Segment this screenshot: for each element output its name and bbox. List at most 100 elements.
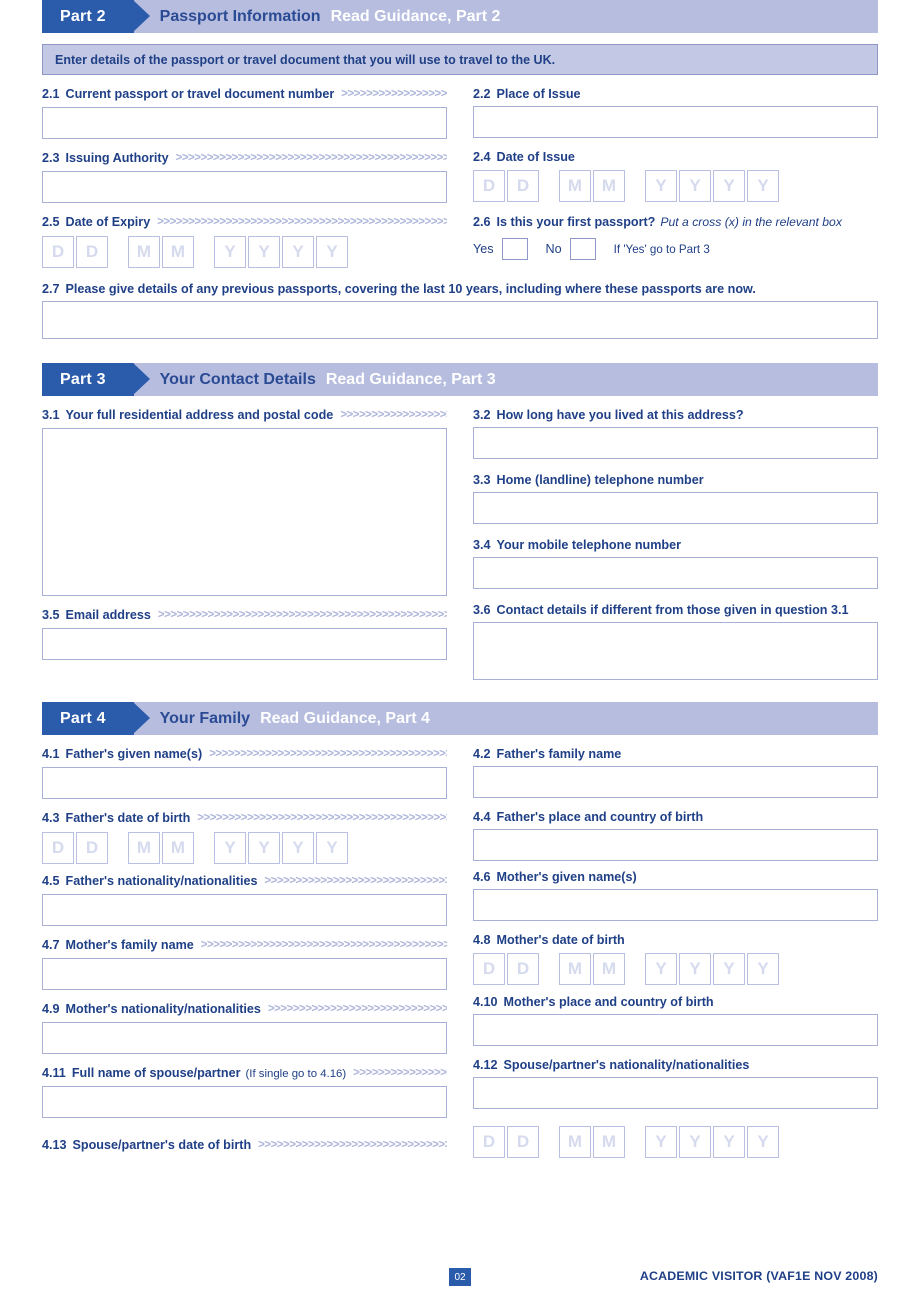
question-3-2-label: 3.2 How long have you lived at this addr… [473,408,878,423]
date-cell-day-1[interactable]: D [473,953,505,985]
date-cell-year-4[interactable]: Y [316,832,348,864]
question-2-3-text: Issuing Authority [65,151,169,165]
date-cell-year-4[interactable]: Y [747,170,779,202]
question-4-2-number: 4.2 [473,747,491,761]
date-cell-year-3[interactable]: Y [282,832,314,864]
input-3-5[interactable] [42,628,447,660]
question-3-3: 3.3 Home (landline) telephone number [473,473,878,524]
question-4-5: 4.5 Father's nationality/nationalities >… [42,874,447,926]
question-4-8: 4.8 Mother's date of birth D D M M Y Y Y… [473,933,878,986]
date-cell-month-2[interactable]: M [593,170,625,202]
date-cell-year-2[interactable]: Y [679,953,711,985]
no-label: No [545,242,562,256]
input-4-5[interactable] [42,894,447,926]
question-2-6-hint: If 'Yes' go to Part 3 [613,242,710,256]
input-2-7[interactable] [42,301,878,339]
question-2-6-number: 2.6 [473,215,491,229]
date-cell-year-1[interactable]: Y [645,1126,677,1158]
date-cell-month-2[interactable]: M [162,832,194,864]
date-cell-year-1[interactable]: Y [214,832,246,864]
input-4-9[interactable] [42,1022,447,1054]
question-4-5-text: Father's nationality/nationalities [65,874,258,888]
checkbox-no[interactable] [569,238,596,260]
question-4-11: 4.11 Full name of spouse/partner (If sin… [42,1066,447,1118]
date-cell-day-2[interactable]: D [507,170,539,202]
date-cell-year-1[interactable]: Y [645,953,677,985]
date-cell-month-2[interactable]: M [593,953,625,985]
question-4-10-number: 4.10 [473,995,498,1009]
input-4-11[interactable] [42,1086,447,1118]
input-4-12[interactable] [473,1077,878,1109]
date-cell-month-1[interactable]: M [128,236,160,268]
input-4-2[interactable] [473,766,878,798]
date-cell-year-4[interactable]: Y [747,1126,779,1158]
question-4-9-text: Mother's nationality/nationalities [65,1002,261,1016]
input-4-4[interactable] [473,829,878,861]
date-cell-day-1[interactable]: D [42,236,74,268]
date-cell-month-1[interactable]: M [559,953,591,985]
date-cell-year-3[interactable]: Y [282,236,314,268]
date-cell-day-2[interactable]: D [76,832,108,864]
question-4-8-number: 4.8 [473,933,491,947]
question-4-3-text: Father's date of birth [65,811,191,825]
question-3-2: 3.2 How long have you lived at this addr… [473,408,878,459]
question-4-5-number: 4.5 [42,874,60,888]
input-4-7[interactable] [42,958,447,990]
input-2-1[interactable] [42,107,447,139]
input-2-2[interactable] [473,106,878,138]
question-2-2: 2.2 Place of Issue [473,87,878,138]
date-cell-year-4[interactable]: Y [747,953,779,985]
date-cell-month-1[interactable]: M [559,170,591,202]
date-cell-year-1[interactable]: Y [214,236,246,268]
date-cell-day-2[interactable]: D [76,236,108,268]
question-2-6-options: Yes No If 'Yes' go to Part 3 [473,234,878,264]
date-cell-year-2[interactable]: Y [248,236,280,268]
date-cell-year-2[interactable]: Y [248,832,280,864]
date-cell-day-1[interactable]: D [42,832,74,864]
question-2-7: 2.7 Please give details of any previous … [42,282,878,339]
date-cell-day-1[interactable]: D [473,170,505,202]
part3-header: Part 3 Your Contact Details Read Guidanc… [42,363,878,396]
date-cell-year-3[interactable]: Y [713,170,745,202]
input-3-2[interactable] [473,427,878,459]
chevron-rule-icon: >>>>>>>>>>>>>>>>>>>>>>>>>>>>>>>>>>>>>>>>… [157,216,447,228]
input-3-4[interactable] [473,557,878,589]
input-2-3[interactable] [42,171,447,203]
date-cell-year-3[interactable]: Y [713,1126,745,1158]
page-number: 02 [449,1268,471,1286]
date-cell-month-1[interactable]: M [559,1126,591,1158]
date-cell-month-2[interactable]: M [162,236,194,268]
date-cell-day-2[interactable]: D [507,1126,539,1158]
question-2-2-label: 2.2 Place of Issue [473,87,878,102]
input-3-1[interactable] [42,428,447,596]
form-page: Part 2 Passport Information Read Guidanc… [42,0,878,1302]
question-4-12-number: 4.12 [473,1058,498,1072]
date-cell-year-1[interactable]: Y [645,170,677,202]
chevron-rule-icon: >>>>>>>>>>>>>>>>>>>>>>>>>>>>>>>>>>>>>>>>… [267,1003,447,1015]
checkbox-yes[interactable] [501,238,528,260]
question-4-11-text: Full name of spouse/partner [71,1066,241,1080]
date-cell-day-2[interactable]: D [507,953,539,985]
date-cell-year-4[interactable]: Y [316,236,348,268]
date-cell-year-2[interactable]: Y [679,170,711,202]
date-cell-year-2[interactable]: Y [679,1126,711,1158]
question-2-5: 2.5 Date of Expiry >>>>>>>>>>>>>>>>>>>>>… [42,215,447,269]
date-cell-day-1[interactable]: D [473,1126,505,1158]
question-2-4: 2.4 Date of Issue D D M M Y Y Y Y [473,150,878,203]
input-4-1[interactable] [42,767,447,799]
question-4-6-label: 4.6 Mother's given name(s) [473,870,878,885]
input-3-3[interactable] [473,492,878,524]
question-3-6: 3.6 Contact details if different from th… [473,603,878,680]
question-4-2-label: 4.2 Father's family name [473,747,878,762]
question-2-5-label: 2.5 Date of Expiry >>>>>>>>>>>>>>>>>>>>>… [42,215,447,231]
input-4-6[interactable] [473,889,878,921]
date-cell-year-3[interactable]: Y [713,953,745,985]
input-3-6[interactable] [473,622,878,680]
question-4-11-label: 4.11 Full name of spouse/partner (If sin… [42,1066,447,1082]
date-input-4-13: D D M M Y Y Y Y [473,1125,878,1159]
question-4-12-text: Spouse/partner's nationality/nationaliti… [503,1058,750,1072]
question-2-4-number: 2.4 [473,150,491,164]
date-cell-month-2[interactable]: M [593,1126,625,1158]
date-cell-month-1[interactable]: M [128,832,160,864]
input-4-10[interactable] [473,1014,878,1046]
